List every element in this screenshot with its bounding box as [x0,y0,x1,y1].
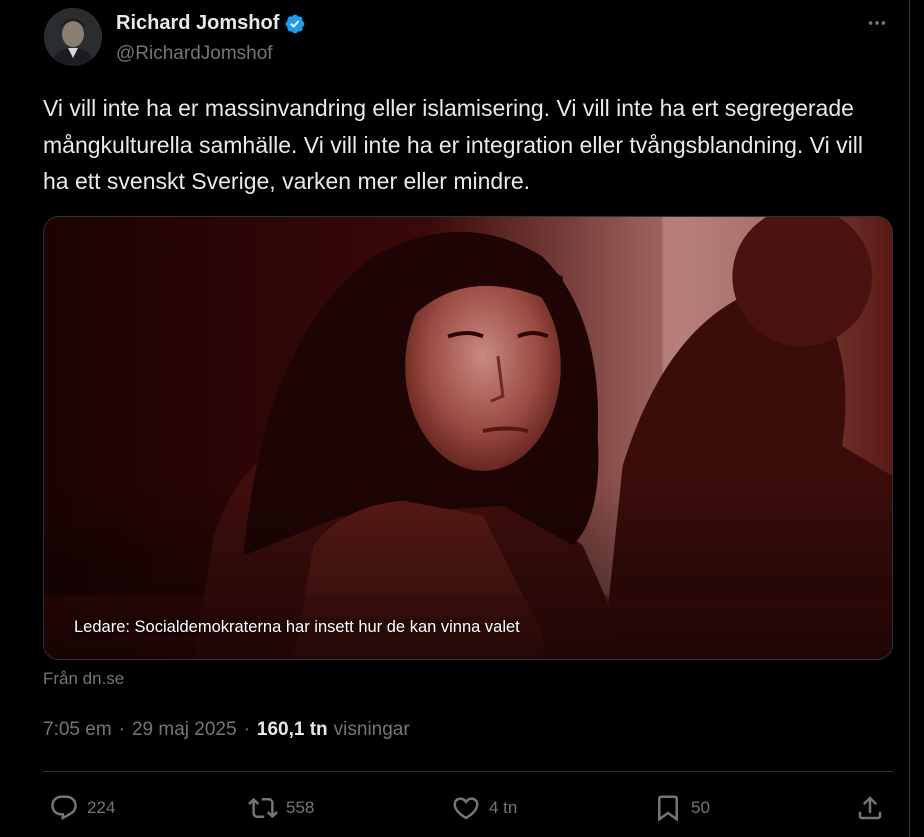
author-handle[interactable]: @RichardJomshof [116,43,273,65]
views-count[interactable]: 160,1 tn [257,719,328,741]
action-bar: 224 558 4 tn 50 [43,788,893,828]
card-source-link[interactable]: Från dn.se [43,669,124,689]
author-name-row: Richard Jomshof [116,12,306,35]
like-button[interactable]: 4 tn [451,788,517,828]
bookmark-icon [658,795,678,822]
tweet-detail: Richard Jomshof @RichardJomshof Vi vill … [0,0,910,837]
tweet-date[interactable]: 29 maj 2025 [132,719,237,741]
card-image [44,217,892,659]
repost-button[interactable]: 558 [248,788,314,828]
views-label: visningar [333,719,410,740]
avatar[interactable] [44,8,102,66]
tweet-metadata: 7:05 em · 29 maj 2025 · 160,1 tn visning… [43,719,410,741]
meta-separator: · [243,719,250,740]
meta-separator: · [118,719,125,740]
reply-count: 224 [87,798,116,817]
more-options-button[interactable] [862,8,892,38]
author-display-name[interactable]: Richard Jomshof [116,12,279,35]
card-title: Ledare: Socialdemokraterna har insett hu… [74,618,520,636]
bookmark-count: 50 [691,798,710,817]
tweet-time[interactable]: 7:05 em [43,719,112,741]
divider [43,771,893,772]
repost-count: 558 [286,798,315,817]
repost-icon [248,797,278,819]
like-count: 4 tn [489,798,518,817]
bookmark-button[interactable]: 50 [653,788,710,828]
heart-icon [453,797,479,820]
share-button[interactable] [855,788,885,828]
verified-badge-icon[interactable] [284,13,306,35]
tweet-text: Vi vill inte ha er massinvandring eller … [43,95,863,194]
share-icon [858,796,882,820]
reply-button[interactable]: 224 [49,788,115,828]
reply-icon [51,795,77,821]
link-card[interactable]: Ledare: Socialdemokraterna har insett hu… [43,216,893,660]
avatar-image [44,8,102,66]
more-options-icon [868,21,886,25]
